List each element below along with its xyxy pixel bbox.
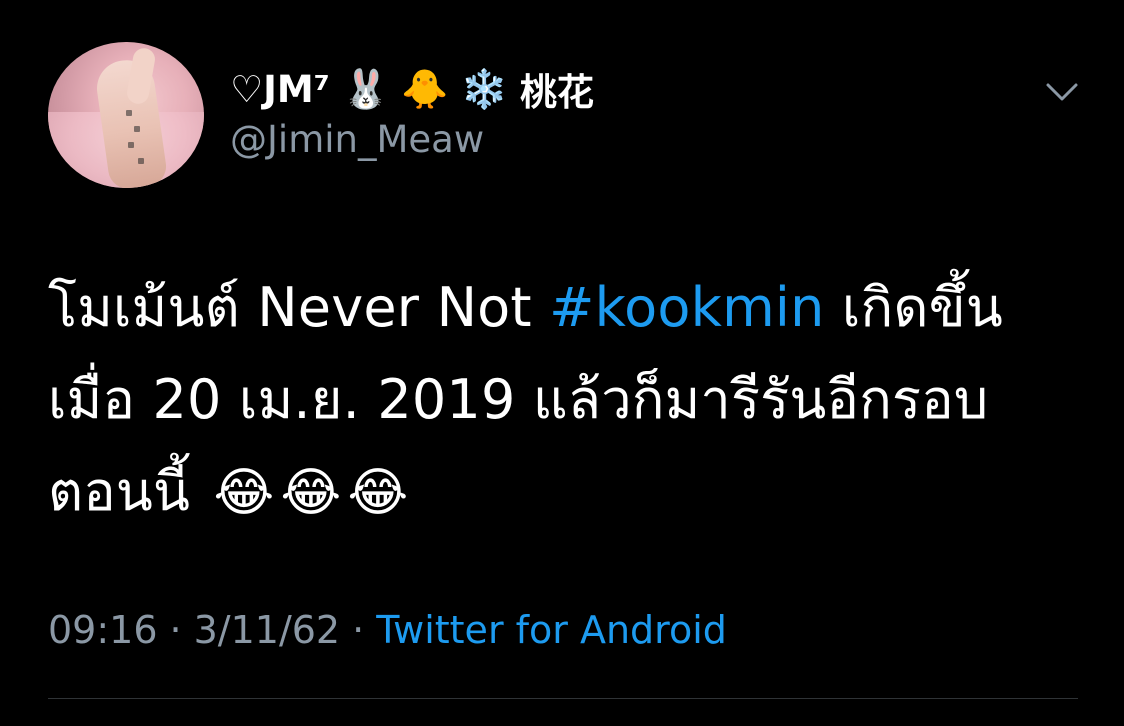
user-handle[interactable]: @Jimin_Meaw — [230, 118, 484, 161]
laughing-emoji: 😂 — [347, 463, 409, 523]
tweet-time[interactable]: 09:16 — [48, 608, 158, 652]
snowflake-emoji: ❄️ — [460, 67, 508, 111]
tweet-text: โมเม้นต์ Never Not #kookmin เกิดขึ้น เมื… — [48, 262, 1088, 538]
meta-separator: · — [169, 608, 182, 652]
laughing-emoji: 😂 — [280, 463, 342, 523]
tweet-card: ♡JM⁷ 🐰 🐥 ❄️ 桃花 @Jimin_Meaw โมเม้นต์ Neve… — [0, 0, 1124, 726]
divider — [48, 698, 1078, 699]
display-name[interactable]: ♡JM⁷ 🐰 🐥 ❄️ 桃花 — [230, 62, 594, 116]
tweet-source-link[interactable]: Twitter for Android — [376, 608, 727, 652]
chick-emoji: 🐥 — [401, 67, 449, 111]
avatar-tattoo-mark — [138, 158, 144, 164]
avatar-tattoo-mark — [128, 142, 134, 148]
display-name-text: ♡JM⁷ — [230, 67, 330, 111]
tweet-text-line-1: โมเม้นต์ Never Not #kookmin เกิดขึ้น — [48, 262, 1088, 354]
tweet-text-segment: ตอนนี้ — [48, 460, 191, 523]
display-name-suffix: 桃花 — [519, 71, 594, 114]
avatar[interactable] — [48, 42, 204, 188]
rabbit-emoji: 🐰 — [341, 67, 390, 111]
avatar-tattoo-mark — [134, 126, 140, 132]
tweet-date[interactable]: 3/11/62 — [194, 608, 341, 652]
tweet-text-segment: เกิดขึ้น — [824, 276, 1003, 339]
chevron-down-icon[interactable] — [1042, 72, 1082, 112]
tweet-text-line-2: เมื่อ 20 เม.ย. 2019 แล้วก็มารีรันอีกรอบ — [48, 368, 989, 431]
laughing-emoji: 😂 — [213, 463, 275, 523]
hashtag-link[interactable]: #kookmin — [549, 276, 824, 339]
meta-separator: · — [352, 608, 365, 652]
tweet-meta: 09:16 · 3/11/62 · Twitter for Android — [48, 608, 727, 652]
tweet-text-segment: โมเม้นต์ Never Not — [48, 276, 550, 339]
tweet-text-line-3: ตอนนี้ 😂 😂 😂 — [48, 446, 1088, 538]
avatar-tattoo-mark — [126, 110, 132, 116]
